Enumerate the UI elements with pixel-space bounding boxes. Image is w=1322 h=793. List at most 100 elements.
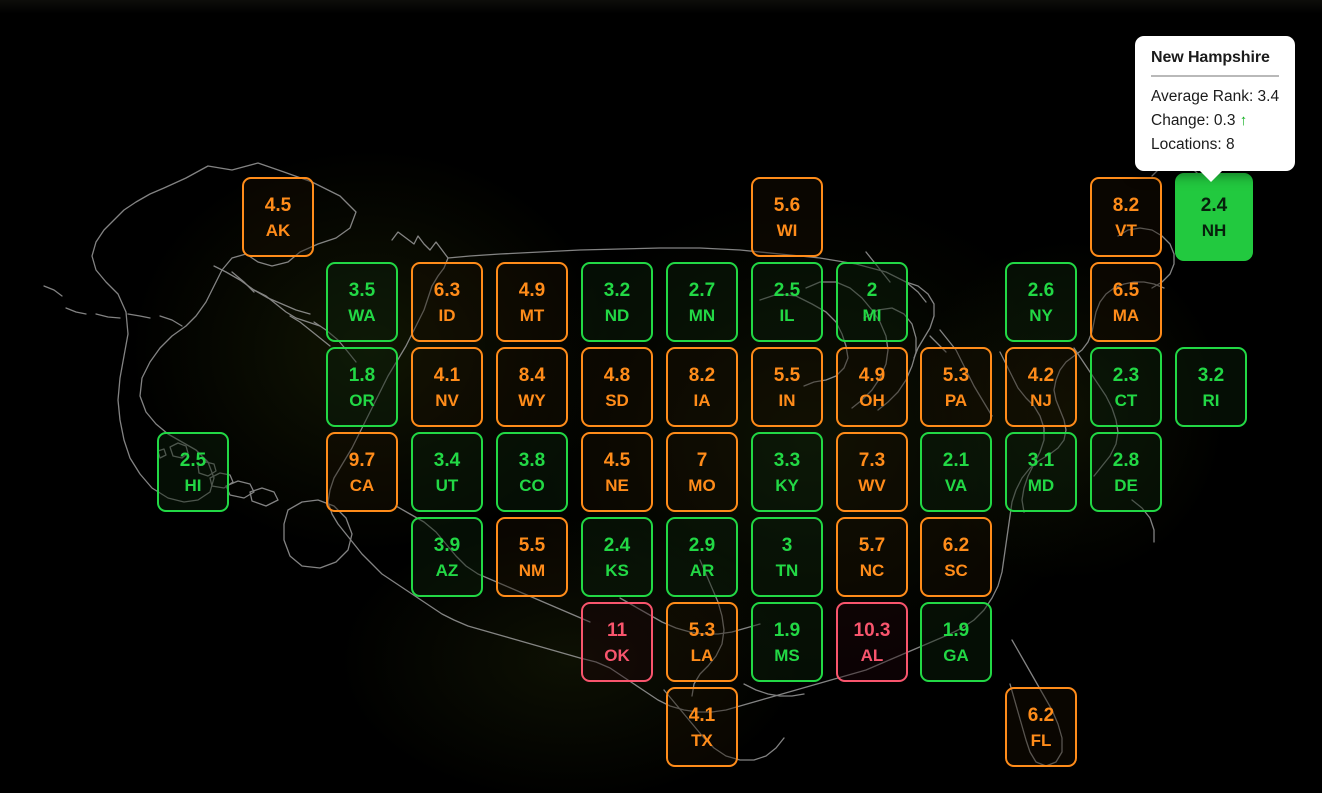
state-tile-ks[interactable]: 2.4 KS [581,517,653,597]
state-value-co: 3.8 [518,449,546,471]
state-tile-pa[interactable]: 5.3 PA [920,347,992,427]
state-abbr-tn: TN [775,560,799,580]
state-tile-fl[interactable]: 6.2 FL [1005,687,1077,767]
tooltip-locations: Locations: 8 [1151,133,1279,157]
state-value-nh: 2.4 [1200,194,1228,216]
state-tile-ar[interactable]: 2.9 AR [666,517,738,597]
state-value-ny: 2.6 [1027,279,1055,301]
state-abbr-vt: VT [1115,220,1137,240]
state-value-ia: 8.2 [688,364,716,386]
tooltip-divider [1151,75,1280,77]
state-tile-ri[interactable]: 3.2 RI [1175,347,1247,427]
state-tile-nh[interactable]: 2.4 NH [1175,173,1253,261]
state-tile-wi[interactable]: 5.6 WI [751,177,823,257]
state-tile-ms[interactable]: 1.9 MS [751,602,823,682]
state-abbr-mn: MN [688,305,716,325]
state-abbr-wa: WA [348,305,376,325]
state-tile-or[interactable]: 1.8 OR [326,347,398,427]
state-tile-ne[interactable]: 4.5 NE [581,432,653,512]
state-tile-ca[interactable]: 9.7 CA [326,432,398,512]
state-value-md: 3.1 [1027,449,1055,471]
state-tile-mn[interactable]: 2.7 MN [666,262,738,342]
state-value-fl: 6.2 [1027,704,1055,726]
state-tile-mt[interactable]: 4.9 MT [496,262,568,342]
state-abbr-tx: TX [691,730,713,750]
state-abbr-nh: NH [1201,220,1227,240]
state-value-ut: 3.4 [433,449,461,471]
state-tile-nm[interactable]: 5.5 NM [496,517,568,597]
state-tile-ga[interactable]: 1.9 GA [920,602,992,682]
state-abbr-nd: ND [604,305,630,325]
state-abbr-ks: KS [605,560,629,580]
state-tile-nj[interactable]: 4.2 NJ [1005,347,1077,427]
state-tile-ct[interactable]: 2.3 CT [1090,347,1162,427]
state-tile-co[interactable]: 3.8 CO [496,432,568,512]
state-abbr-pa: PA [944,390,968,410]
state-value-nj: 4.2 [1027,364,1055,386]
state-tile-ok[interactable]: 11 OK [581,602,653,682]
state-tile-la[interactable]: 5.3 LA [666,602,738,682]
state-tile-in[interactable]: 5.5 IN [751,347,823,427]
state-tile-wv[interactable]: 7.3 WV [836,432,908,512]
state-tile-tx[interactable]: 4.1 TX [666,687,738,767]
state-tile-id[interactable]: 6.3 ID [411,262,483,342]
state-value-ok: 11 [606,619,628,641]
state-tile-nv[interactable]: 4.1 NV [411,347,483,427]
state-tile-nd[interactable]: 3.2 ND [581,262,653,342]
state-tile-mi[interactable]: 2 MI [836,262,908,342]
state-tile-az[interactable]: 3.9 AZ [411,517,483,597]
state-tile-ma[interactable]: 6.5 MA [1090,262,1162,342]
state-abbr-ri: RI [1202,390,1220,410]
state-value-vt: 8.2 [1112,194,1140,216]
state-tile-wy[interactable]: 8.4 WY [496,347,568,427]
state-tile-al[interactable]: 10.3 AL [836,602,908,682]
state-abbr-ky: KY [775,475,799,495]
state-tile-ia[interactable]: 8.2 IA [666,347,738,427]
state-value-ri: 3.2 [1197,364,1225,386]
state-tile-il[interactable]: 2.5 IL [751,262,823,342]
state-value-de: 2.8 [1112,449,1140,471]
state-abbr-ia: IA [693,390,711,410]
arrow-up-icon: ↑ [1239,112,1248,130]
state-tile-sd[interactable]: 4.8 SD [581,347,653,427]
state-value-wi: 5.6 [773,194,801,216]
state-value-ne: 4.5 [603,449,631,471]
state-value-mn: 2.7 [688,279,716,301]
state-value-mt: 4.9 [518,279,546,301]
state-tile-ny[interactable]: 2.6 NY [1005,262,1077,342]
state-tile-mo[interactable]: 7 MO [666,432,738,512]
state-tile-oh[interactable]: 4.9 OH [836,347,908,427]
state-abbr-ny: NY [1029,305,1053,325]
state-tile-tn[interactable]: 3 TN [751,517,823,597]
state-tile-sc[interactable]: 6.2 SC [920,517,992,597]
state-tile-nc[interactable]: 5.7 NC [836,517,908,597]
state-value-wy: 8.4 [518,364,546,386]
state-tile-vt[interactable]: 8.2 VT [1090,177,1162,257]
state-tile-md[interactable]: 3.1 MD [1005,432,1077,512]
state-abbr-ca: CA [349,475,375,495]
state-abbr-sc: SC [944,560,968,580]
state-tile-ut[interactable]: 3.4 UT [411,432,483,512]
state-abbr-wi: WI [776,220,798,240]
state-value-ky: 3.3 [773,449,801,471]
state-tile-ky[interactable]: 3.3 KY [751,432,823,512]
state-abbr-wv: WV [858,475,886,495]
state-value-wv: 7.3 [858,449,886,471]
tooltip-change: Change: 0.3 ↑ [1151,109,1279,133]
state-tile-de[interactable]: 2.8 DE [1090,432,1162,512]
state-tile-hi[interactable]: 2.5 HI [157,432,229,512]
state-abbr-ct: CT [1114,390,1138,410]
state-tile-ak[interactable]: 4.5 AK [242,177,314,257]
tooltip-average-rank: Average Rank: 3.4 [1151,85,1279,109]
state-abbr-nj: NJ [1030,390,1052,410]
state-abbr-oh: OH [859,390,885,410]
state-value-or: 1.8 [348,364,376,386]
state-value-pa: 5.3 [942,364,970,386]
state-tile-va[interactable]: 2.1 VA [920,432,992,512]
state-abbr-hi: HI [184,475,202,495]
state-abbr-la: LA [690,645,714,665]
state-tile-wa[interactable]: 3.5 WA [326,262,398,342]
state-value-tn: 3 [781,534,793,556]
state-abbr-ok: OK [604,645,630,665]
state-abbr-de: DE [1114,475,1138,495]
